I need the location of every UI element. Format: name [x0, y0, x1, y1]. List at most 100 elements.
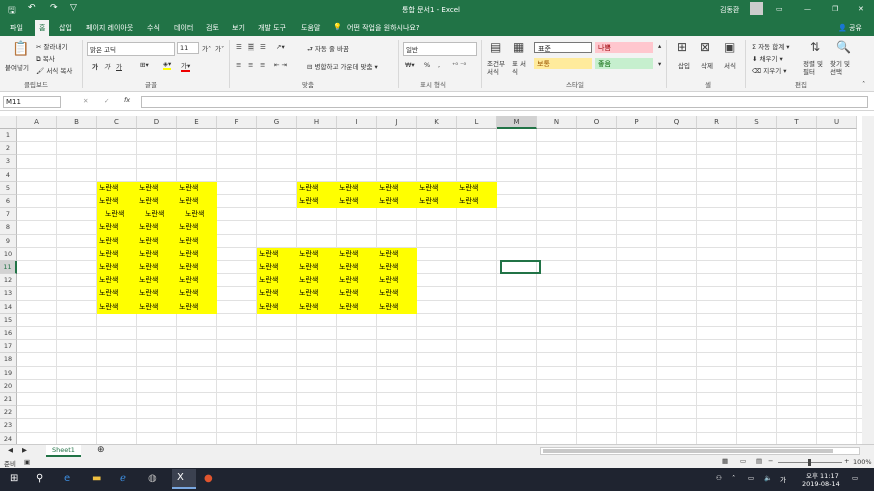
autosum-button[interactable]: Σ 자동 합계 ▾: [752, 41, 790, 51]
column-header-C[interactable]: C: [97, 116, 137, 129]
row-header-4[interactable]: 4: [0, 168, 17, 182]
spreadsheet-grid[interactable]: ABCDEFGHIJKLMNOPQRSTU 1 2 3 4 5 6 7 8 9 10 11 12 13 1…: [0, 116, 862, 444]
tab-home[interactable]: 홈: [35, 20, 50, 36]
user-name[interactable]: 김동환: [720, 5, 739, 15]
column-header-F[interactable]: F: [217, 116, 257, 129]
column-header-H[interactable]: H: [297, 116, 337, 129]
borders-button[interactable]: ⊞▾: [140, 61, 149, 69]
undo-icon[interactable]: ↶: [28, 3, 36, 13]
font-color-button[interactable]: 가▾: [181, 60, 191, 72]
percent-button[interactable]: %: [424, 61, 430, 69]
close-icon[interactable]: ✕: [858, 5, 864, 13]
font-size-select[interactable]: 11: [177, 42, 199, 54]
macro-record-icon[interactable]: ▣: [24, 458, 30, 466]
file-explorer-icon[interactable]: ▬: [92, 473, 101, 484]
normal-view-icon[interactable]: ▦: [722, 457, 728, 465]
decimal-buttons[interactable]: ⁺⁰ ⁻⁰: [452, 61, 466, 69]
page-break-view-icon[interactable]: ▤: [756, 457, 762, 465]
merge-center-button[interactable]: ⊟ 병합하고 가운데 맞춤 ▾: [307, 61, 378, 71]
row-header-24[interactable]: 24: [0, 432, 17, 444]
row-header-6[interactable]: 6: [0, 195, 17, 209]
fill-color-button[interactable]: ◈▾: [163, 60, 172, 70]
add-sheet-icon[interactable]: ⊕: [97, 445, 105, 455]
align-top-button[interactable]: ☰: [236, 43, 242, 51]
number-format-select[interactable]: 일반: [403, 42, 477, 56]
sheet-nav-next[interactable]: ▶: [22, 446, 27, 454]
column-header-S[interactable]: S: [737, 116, 777, 129]
vertical-scrollbar[interactable]: [862, 116, 874, 444]
zoom-in-icon[interactable]: +: [844, 457, 849, 465]
row-header-17[interactable]: 17: [0, 340, 17, 354]
row-header-21[interactable]: 21: [0, 393, 17, 407]
app-icon[interactable]: ◍: [148, 473, 157, 484]
tray-chevron-icon[interactable]: ˄: [732, 474, 735, 482]
zoom-out-icon[interactable]: −: [768, 457, 773, 465]
conditional-format-button[interactable]: 조건부 서식: [487, 60, 507, 76]
column-header-L[interactable]: L: [457, 116, 497, 129]
network-icon[interactable]: ▭: [748, 474, 754, 482]
italic-button[interactable]: 가: [104, 61, 110, 71]
font-name-select[interactable]: 맑은 고딕: [87, 42, 175, 56]
underline-button[interactable]: 가: [116, 61, 122, 71]
grow-font-button[interactable]: 가˄: [202, 43, 211, 53]
style-normal[interactable]: 표준: [534, 42, 592, 53]
format-table-icon[interactable]: ▦: [513, 40, 524, 54]
column-header-T[interactable]: T: [777, 116, 817, 129]
bold-button[interactable]: 가: [92, 61, 98, 71]
tab-help[interactable]: 도움말: [301, 23, 320, 33]
column-header-M[interactable]: M: [497, 116, 537, 129]
row-header-5[interactable]: 5: [0, 181, 17, 195]
name-box[interactable]: M11: [3, 96, 61, 108]
row-header-1[interactable]: 1: [0, 129, 17, 143]
sort-filter-icon[interactable]: ⇅: [810, 40, 820, 54]
share-button[interactable]: 👤 공유: [838, 23, 862, 33]
page-layout-view-icon[interactable]: ▭: [740, 457, 746, 465]
row-header-14[interactable]: 14: [0, 300, 17, 314]
tab-review[interactable]: 검토: [206, 23, 219, 33]
column-header-J[interactable]: J: [377, 116, 417, 129]
find-icon[interactable]: 🔍: [836, 40, 851, 54]
tab-data[interactable]: 데이터: [174, 23, 193, 33]
zoom-slider-thumb[interactable]: [808, 459, 811, 466]
format-cells-button[interactable]: 서식: [724, 60, 736, 70]
minimize-icon[interactable]: —: [804, 5, 811, 13]
tab-page-layout[interactable]: 페이지 레이아웃: [86, 23, 133, 33]
active-cell-selection[interactable]: [500, 260, 541, 274]
clear-button[interactable]: ⌫ 지우기 ▾: [752, 65, 787, 75]
styles-scroll-up[interactable]: ▴: [658, 42, 661, 50]
tab-developer[interactable]: 개발 도구: [258, 23, 286, 33]
column-header-E[interactable]: E: [177, 116, 217, 129]
clock-time[interactable]: 오후 11:17: [806, 470, 839, 480]
format-table-button[interactable]: 표 서식: [512, 60, 528, 76]
copy-button[interactable]: ⧉ 복사: [36, 53, 55, 64]
format-painter-button[interactable]: 🖌 서식 복사: [36, 65, 72, 75]
column-header-A[interactable]: A: [17, 116, 57, 129]
row-header-12[interactable]: 12: [0, 274, 17, 288]
column-header-G[interactable]: G: [257, 116, 297, 129]
avatar[interactable]: [750, 2, 763, 15]
style-neutral[interactable]: 보통: [534, 58, 592, 69]
format-cells-icon[interactable]: ▣: [724, 40, 735, 54]
cut-button[interactable]: ✂ 잘라내기: [36, 41, 67, 51]
align-left-button[interactable]: ≡: [236, 61, 241, 69]
ie-icon[interactable]: ℯ: [120, 473, 126, 484]
wrap-text-button[interactable]: ⮐ 자동 줄 바꿈: [307, 43, 349, 56]
collapse-ribbon-icon[interactable]: ˄: [862, 80, 865, 88]
ribbon-options-icon[interactable]: ▭: [776, 5, 783, 13]
redo-icon[interactable]: ↷: [50, 3, 58, 13]
column-header-I[interactable]: I: [337, 116, 377, 129]
enter-icon[interactable]: ✓: [104, 97, 109, 105]
column-header-D[interactable]: D: [137, 116, 177, 129]
column-header-Q[interactable]: Q: [657, 116, 697, 129]
notifications-icon[interactable]: ▭: [852, 474, 858, 482]
edge-icon[interactable]: e: [64, 473, 70, 484]
column-header-P[interactable]: P: [617, 116, 657, 129]
insert-cells-button[interactable]: 삽입: [678, 60, 690, 70]
row-header-13[interactable]: 13: [0, 287, 17, 301]
align-bottom-button[interactable]: ☰: [260, 43, 266, 51]
comma-button[interactable]: ,: [438, 61, 440, 69]
insert-function-button[interactable]: fx: [124, 96, 130, 104]
column-header-R[interactable]: R: [697, 116, 737, 129]
orientation-button[interactable]: ↗▾: [276, 43, 285, 51]
insert-cells-icon[interactable]: ⊞: [677, 40, 687, 54]
